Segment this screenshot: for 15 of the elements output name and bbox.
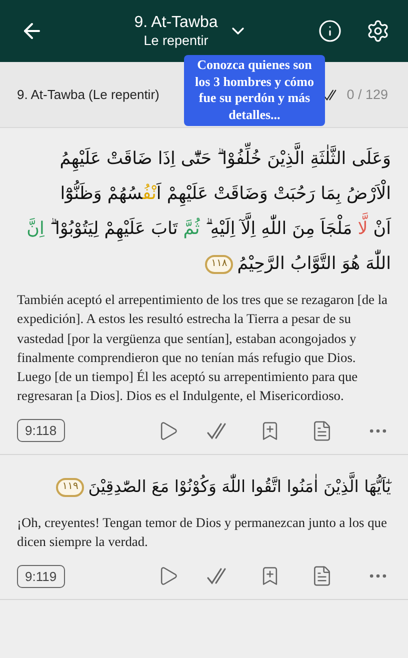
surah-selector[interactable]: 9. At-Tawba Le repentir: [48, 13, 294, 49]
tooltip[interactable]: Conozca quienes son los 3 hombres y cómo fue su perdón y más detalles...: [184, 55, 325, 126]
verse-translation: ¡Oh, creyentes! Tengan temor de Dios y permanezcan junto a los que dicen siempre la verdad.: [17, 514, 388, 552]
arabic-verse-line: الْاَرْضُ بِمَا رَحُبَتْ وَضَاقَتْ عَلَيْهِمْ اَنْفُسُهُمْ وَظَنُّوْٓا: [17, 177, 391, 212]
arabic-verse-line: اللّٰهَ هُوَ التَّوَّابُ الرَّحِيْمُ ١١٨: [17, 247, 391, 282]
verse-count: 0 / 129: [346, 87, 388, 102]
arabic-verse-line: اَنْ لَّا مَلْجَاَ مِنَ اللّٰهِ اِلَّآ اِلَيْهِ ۗ ثُمَّ تَابَ عَلَيْهِمْ لِيَتُوْبُوْا ۗ اِنَّ: [17, 212, 391, 247]
verse-number-medallion: ١١٩: [56, 478, 84, 497]
verse-translation: También aceptó el arrepentimiento de los tres que se rezagaron [de la expedición]. A estos les resultó estrecha la Tierra a pesar de su vastedad [por la vergüenza que sentían], estaban acongojados y finalmente comprendieron que no tenían más refugio que Dios. Luego [de un tiempo] Él les aceptó su arrepentimiento para que regresaran [a Dios]. Dios es el Indulgente, el Misericordioso.: [17, 291, 388, 406]
arabic-verse-line: وَعَلَى الثَّلٰثَةِ الَّذِيْنَ خُلِّفُوْا ۗ حَتّٰٓى اِذَا ضَاقَتْ عَلَيْهِمُ: [17, 142, 391, 177]
verse-number-medallion: ١١٨: [205, 254, 234, 274]
surah-name: 9. At-Tawba (Le repentir): [17, 87, 160, 102]
verse-reference-button[interactable]: 9:119: [17, 564, 65, 588]
verse-reference-button[interactable]: 9:118: [17, 419, 65, 442]
arabic-verse-line: يٰٓاَيُّهَا الَّذِيْنَ اٰمَنُوا اتَّقُوا اللّٰهَ وَكُوْنُوْا مَعَ الصّٰدِقِيْنَ ١١٩: [17, 468, 391, 505]
